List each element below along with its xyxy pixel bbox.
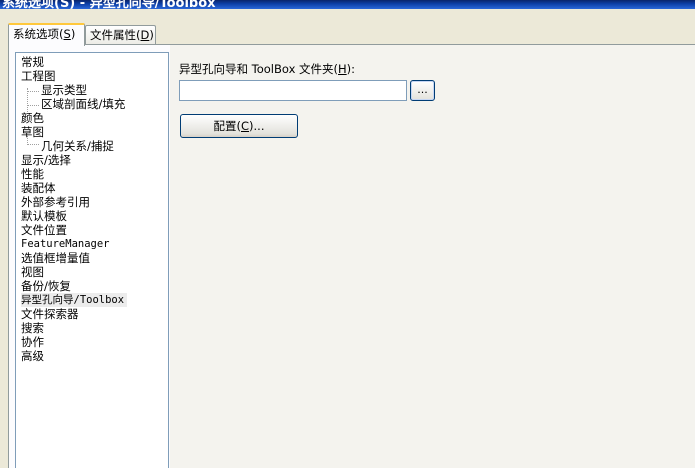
tree-connector [27, 91, 39, 92]
configure-button[interactable]: 配置(C)... [180, 114, 298, 138]
tree-item-drawings[interactable]: 工程图 [21, 69, 56, 83]
title-bar: 系统选项(S) - 异型孔向导/Toolbox [0, 0, 695, 9]
tree-item-spin-box-increments[interactable]: 选值框增量值 [21, 251, 90, 265]
toolbox-folder-label: 异型孔向导和 ToolBox 文件夹(H): [179, 62, 356, 76]
tab-system-options[interactable]: 系统选项(S) [8, 23, 85, 46]
tree-item-default-templates[interactable]: 默认模板 [21, 209, 67, 223]
tree-item-view[interactable]: 视图 [21, 265, 44, 279]
browse-button[interactable]: ... [410, 80, 435, 101]
tree-item-general[interactable]: 常规 [21, 55, 44, 69]
tree-item-featuremanager[interactable]: FeatureManager [21, 237, 110, 251]
tree-item-backup-recover[interactable]: 备份/恢复 [21, 279, 71, 293]
tree-item-colors[interactable]: 颜色 [21, 111, 44, 125]
tree-connector [27, 144, 39, 145]
tree-item-hole-wizard-toolbox[interactable]: 异型孔向导/Toolbox [21, 293, 128, 307]
tree-item-sketch[interactable]: 草图 [21, 125, 44, 139]
options-tree[interactable]: 常规 工程图 显示类型 区域剖面线/填充 颜色 草图 几何关系/捕捉 显示/选择… [15, 52, 169, 468]
options-pane: 常规 工程图 显示类型 区域剖面线/填充 颜色 草图 几何关系/捕捉 显示/选择… [8, 44, 695, 468]
tree-item-display-style[interactable]: 显示类型 [41, 83, 87, 97]
tab-document-properties[interactable]: 文件属性(D) [85, 25, 156, 45]
tree-item-assemblies[interactable]: 装配体 [21, 181, 56, 195]
tree-item-collaboration[interactable]: 协作 [21, 335, 44, 349]
settings-panel: 异型孔向导和 ToolBox 文件夹(H): ... 配置(C)... [170, 45, 695, 468]
tree-item-external-references[interactable]: 外部参考引用 [21, 195, 90, 209]
tree-item-file-explorer[interactable]: 文件探索器 [21, 307, 79, 321]
tree-item-area-hatch[interactable]: 区域剖面线/填充 [41, 97, 125, 111]
tree-connector [27, 105, 39, 106]
window-title: 系统选项(S) - 异型孔向导/Toolbox [2, 0, 216, 9]
tree-item-file-locations[interactable]: 文件位置 [21, 223, 67, 237]
tree-item-display-selection[interactable]: 显示/选择 [21, 153, 71, 167]
toolbox-folder-input[interactable] [179, 80, 407, 101]
tree-item-advanced[interactable]: 高级 [21, 349, 44, 363]
tree-item-relations-snaps[interactable]: 几何关系/捕捉 [41, 139, 114, 153]
tree-item-search[interactable]: 搜索 [21, 321, 44, 335]
tree-item-performance[interactable]: 性能 [21, 167, 44, 181]
